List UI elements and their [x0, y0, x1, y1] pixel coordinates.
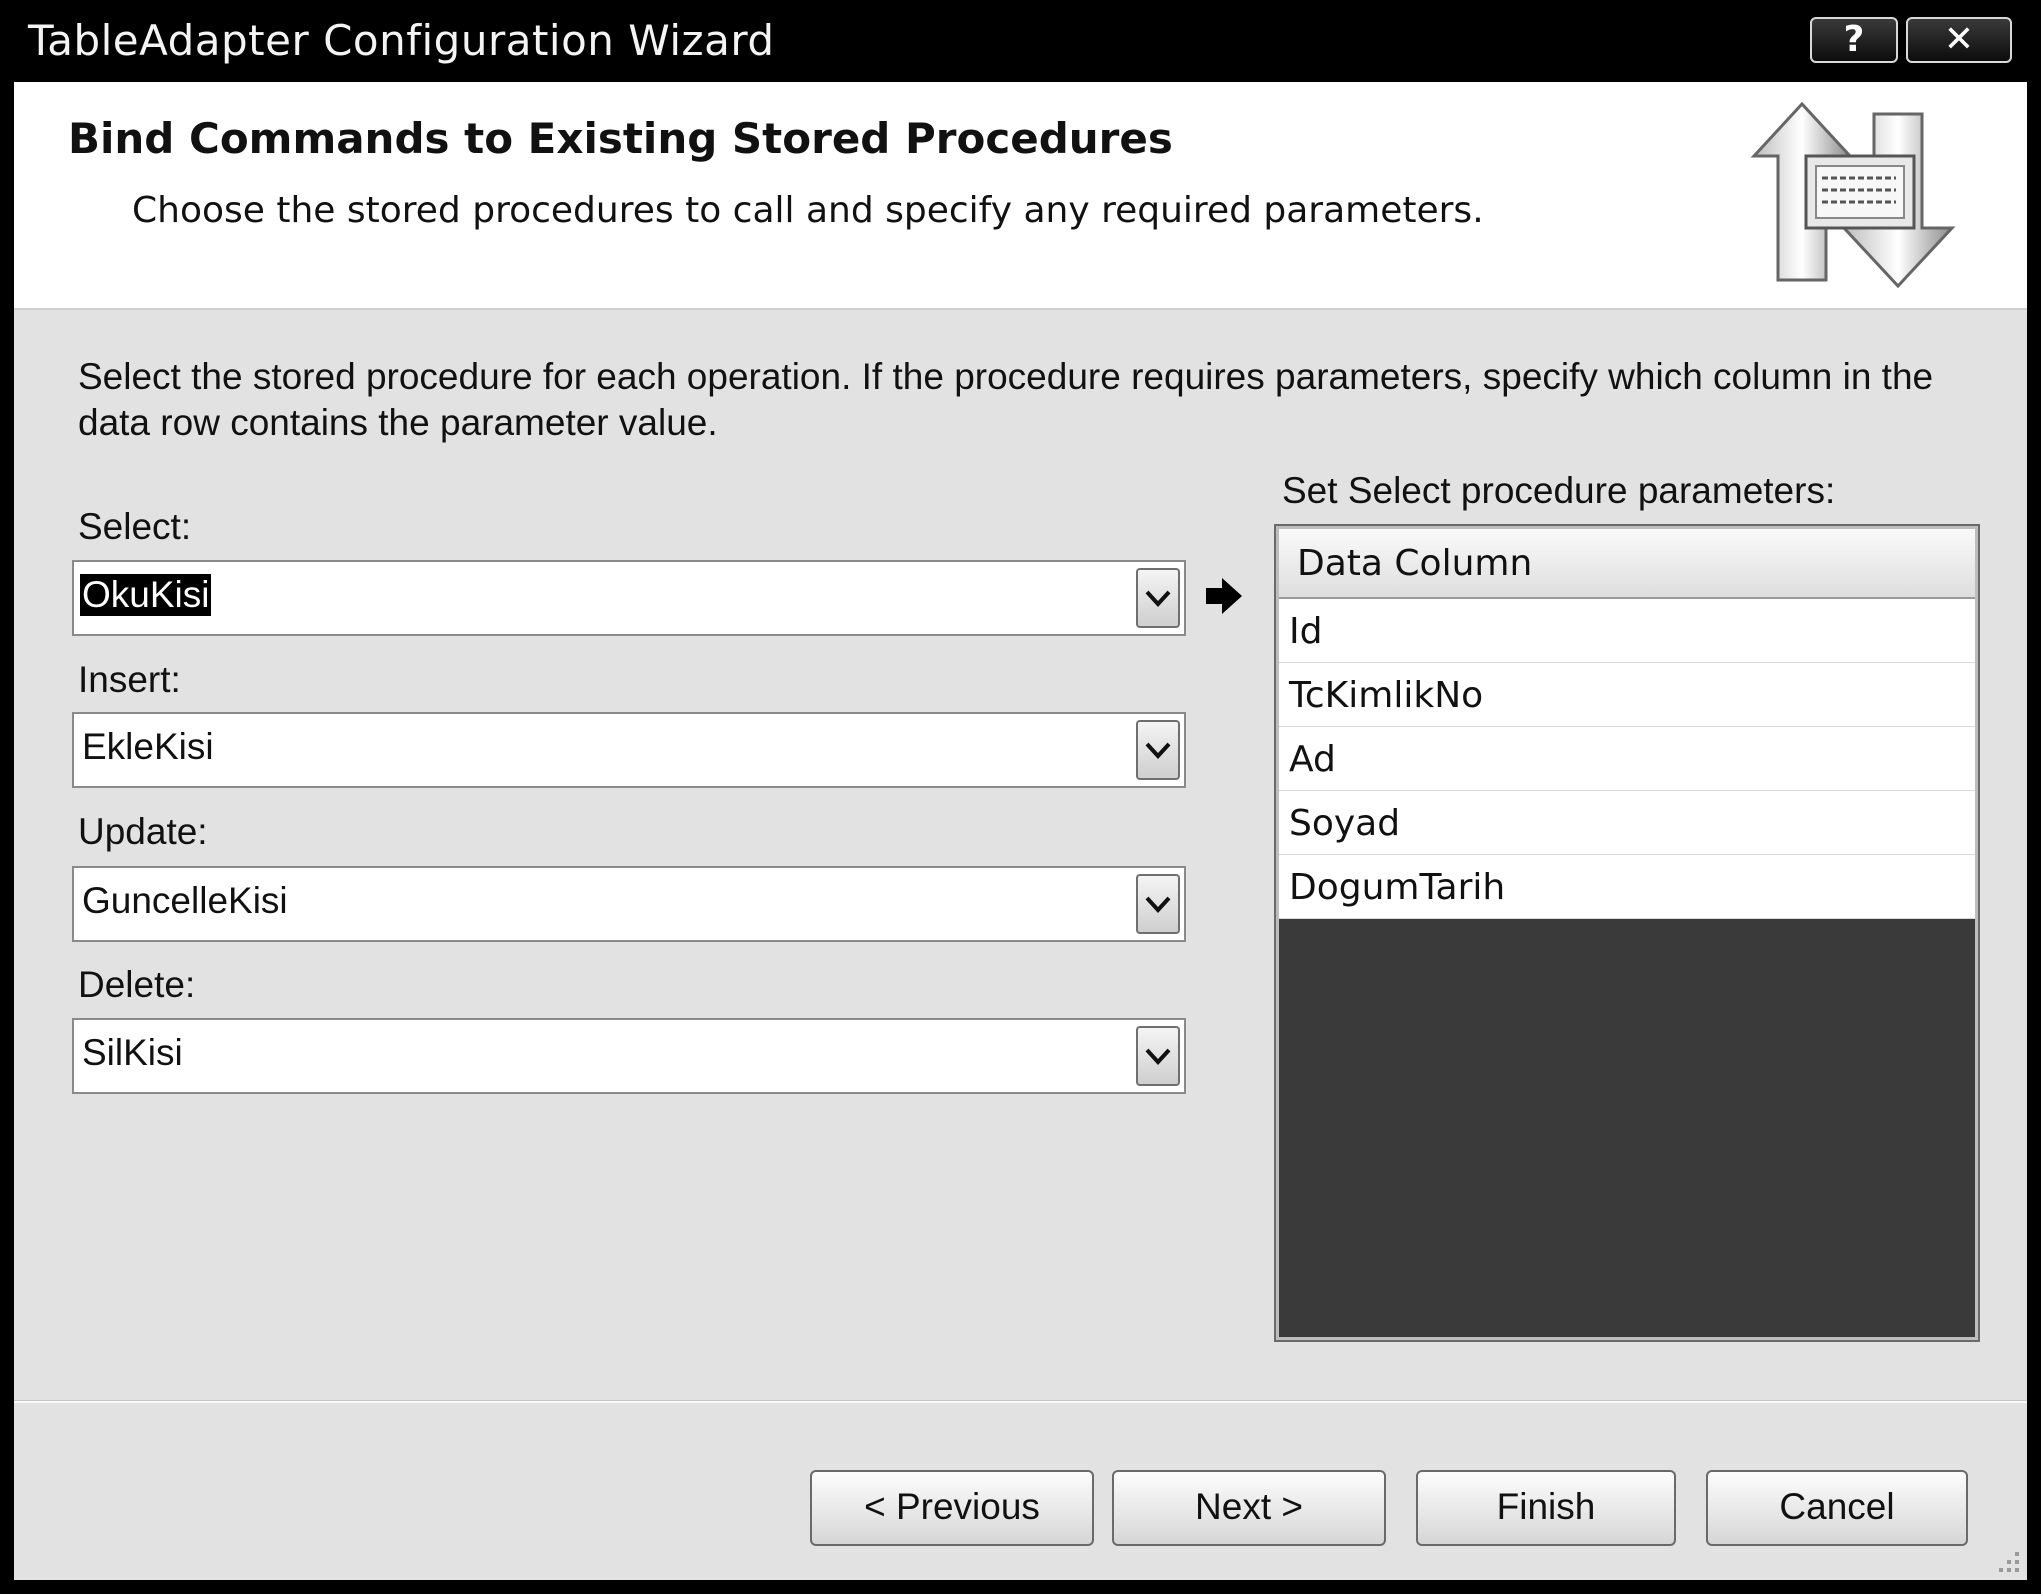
finish-button[interactable]: Finish — [1416, 1470, 1676, 1546]
parameter-cell: Soyad — [1289, 803, 1401, 844]
page-subtitle: Choose the stored procedures to call and… — [132, 190, 1484, 231]
instructions-text: Select the stored procedure for each ope… — [78, 356, 1934, 443]
title-bar[interactable]: TableAdapter Configuration Wizard ? ✕ — [0, 0, 2041, 82]
help-button[interactable]: ? — [1810, 17, 1898, 63]
chevron-down-icon — [1145, 896, 1171, 913]
select-procedure-value[interactable]: OkuKisi — [80, 574, 212, 616]
parameter-cell: TcKimlikNo — [1289, 675, 1484, 716]
update-procedure-value[interactable]: GuncelleKisi — [80, 880, 290, 922]
insert-label: Insert: — [78, 659, 181, 700]
delete-dropdown-button[interactable] — [1136, 1026, 1180, 1086]
resize-grip-icon[interactable] — [1993, 1546, 2023, 1576]
previous-button[interactable]: < Previous — [810, 1470, 1094, 1546]
page-title: Bind Commands to Existing Stored Procedu… — [68, 114, 1173, 163]
parameter-cell: Id — [1289, 611, 1323, 652]
update-label: Update: — [78, 811, 208, 852]
delete-label: Delete: — [78, 964, 196, 1005]
wizard-header: Bind Commands to Existing Stored Procedu… — [14, 82, 2027, 310]
parameters-label: Set Select procedure parameters: — [1282, 470, 1836, 511]
update-dropdown-button[interactable] — [1136, 874, 1180, 934]
parameter-cell: DogumTarih — [1289, 867, 1506, 908]
insert-procedure-value[interactable]: EkleKisi — [80, 726, 216, 768]
parameter-row[interactable]: DogumTarih — [1279, 855, 1975, 919]
footer-divider — [14, 1400, 2027, 1403]
data-column-header-label: Data Column — [1297, 543, 1533, 584]
close-button[interactable]: ✕ — [1906, 17, 2012, 63]
select-label: Select: — [78, 506, 192, 547]
insert-dropdown-button[interactable] — [1136, 720, 1180, 780]
right-arrow-icon — [1206, 578, 1242, 614]
database-sync-arrows-icon — [1750, 101, 1956, 289]
wizard-body: Bind Commands to Existing Stored Procedu… — [14, 82, 2027, 1580]
parameters-grid[interactable]: Data Column Id TcKimlikNo Ad Soyad Dogum… — [1274, 524, 1980, 1342]
next-button[interactable]: Next > — [1112, 1470, 1386, 1546]
chevron-down-icon — [1145, 1048, 1171, 1065]
parameter-cell: Ad — [1289, 739, 1336, 780]
cancel-button[interactable]: Cancel — [1706, 1470, 1968, 1546]
update-procedure-combo[interactable]: GuncelleKisi — [72, 866, 1186, 942]
select-procedure-combo[interactable]: OkuKisi — [72, 560, 1186, 636]
parameter-row[interactable]: Id — [1279, 599, 1975, 663]
insert-procedure-combo[interactable]: EkleKisi — [72, 712, 1186, 788]
delete-procedure-value[interactable]: SilKisi — [80, 1032, 185, 1074]
select-dropdown-button[interactable] — [1136, 568, 1180, 628]
window-title: TableAdapter Configuration Wizard — [28, 16, 775, 65]
parameter-row[interactable]: TcKimlikNo — [1279, 663, 1975, 727]
delete-procedure-combo[interactable]: SilKisi — [72, 1018, 1186, 1094]
data-column-header[interactable]: Data Column — [1279, 529, 1975, 599]
parameter-row[interactable]: Ad — [1279, 727, 1975, 791]
parameter-row[interactable]: Soyad — [1279, 791, 1975, 855]
chevron-down-icon — [1145, 590, 1171, 607]
wizard-window: TableAdapter Configuration Wizard ? ✕ Bi… — [0, 0, 2041, 1594]
chevron-down-icon — [1145, 742, 1171, 759]
